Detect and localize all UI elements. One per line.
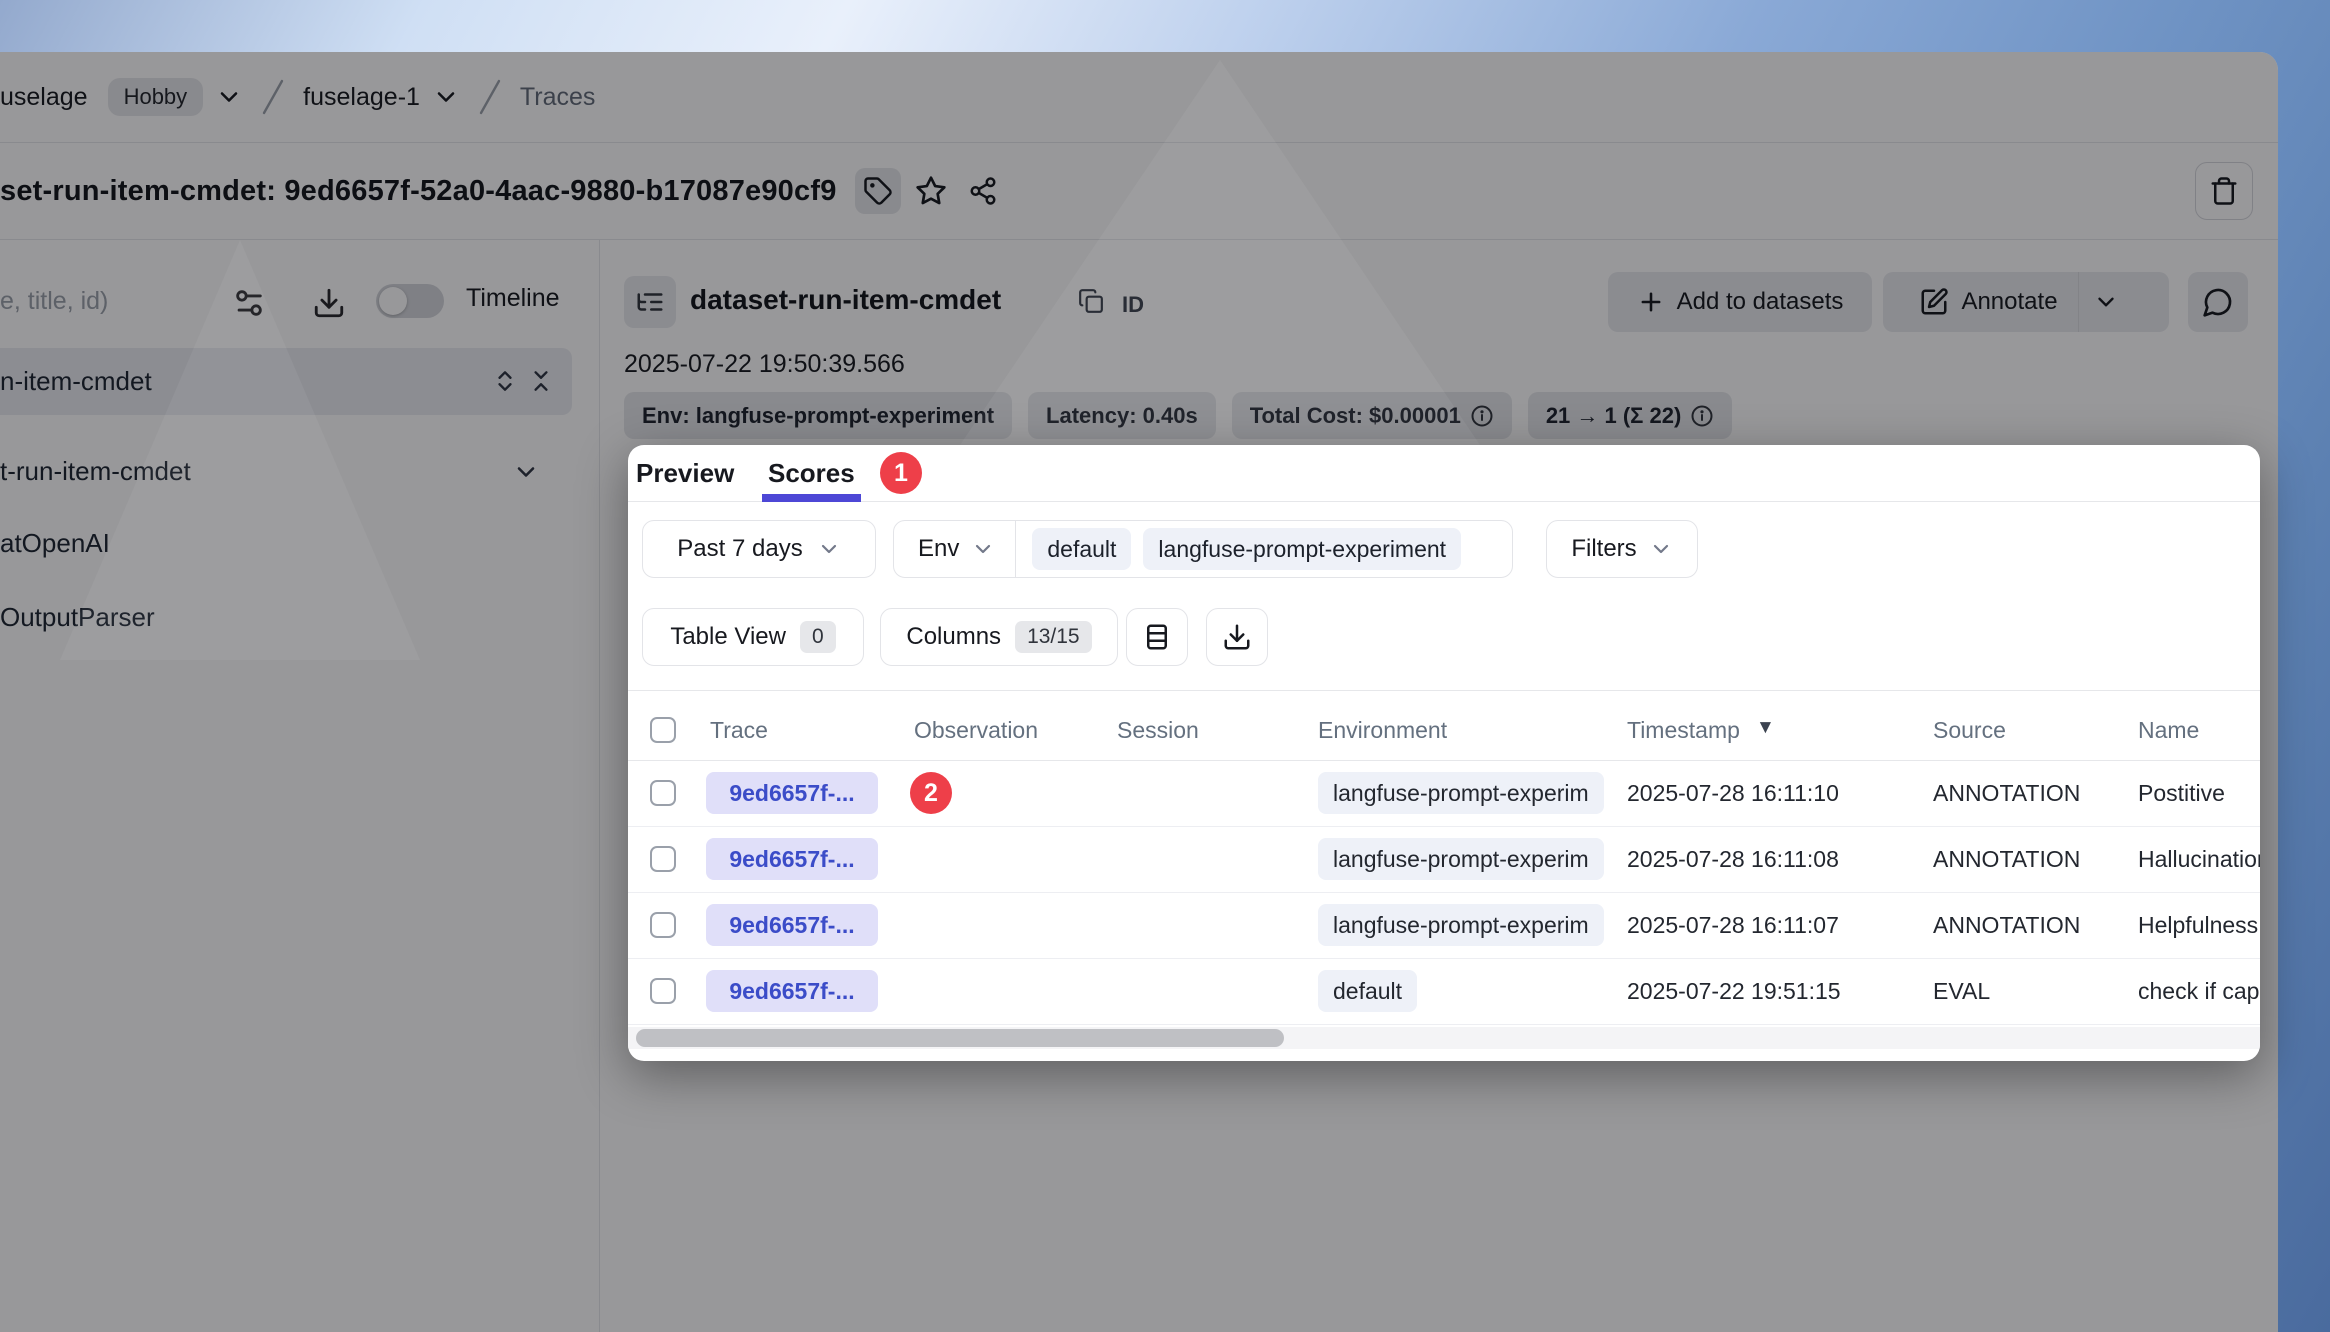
column-header-name[interactable]: Name	[2138, 717, 2199, 744]
env-chip-experiment[interactable]: langfuse-prompt-experiment	[1143, 528, 1461, 570]
source-cell: EVAL	[1933, 978, 1990, 1005]
column-header-source[interactable]: Source	[1933, 717, 2006, 744]
select-all-checkbox[interactable]	[650, 717, 676, 743]
export-button[interactable]	[1206, 608, 1268, 666]
tab-bar: Preview Scores	[628, 445, 2260, 502]
timestamp-cell: 2025-07-22 19:51:15	[1627, 978, 1841, 1005]
filters-button[interactable]: Filters	[1546, 520, 1698, 578]
name-cell: Hallucination	[2138, 846, 2260, 873]
table-view-button[interactable]: Table View 0	[642, 608, 864, 666]
source-cell: ANNOTATION	[1933, 780, 2080, 807]
tour-step-badge-2: 2	[910, 772, 952, 814]
date-range-select[interactable]: Past 7 days	[642, 520, 876, 578]
row-border	[628, 892, 2260, 893]
name-cell: check if capital	[2138, 978, 2260, 1005]
timestamp-cell: 2025-07-28 16:11:10	[1627, 780, 1839, 807]
row-border	[628, 958, 2260, 959]
env-chip-default[interactable]: default	[1032, 528, 1131, 570]
column-header-environment[interactable]: Environment	[1318, 717, 1447, 744]
trace-id-link[interactable]: 9ed6657f-...	[706, 970, 878, 1012]
table-view-count: 0	[800, 621, 836, 653]
row-checkbox[interactable]	[650, 846, 676, 872]
name-cell: Postitive	[2138, 780, 2225, 807]
trace-id-link[interactable]: 9ed6657f-...	[706, 904, 878, 946]
timestamp-cell: 2025-07-28 16:11:07	[1627, 912, 1839, 939]
environment-chip: default	[1318, 970, 1417, 1012]
column-header-observation[interactable]: Observation	[914, 717, 1038, 744]
group-divider	[1015, 520, 1016, 578]
source-cell: ANNOTATION	[1933, 912, 2080, 939]
name-cell: Helpfulness	[2138, 912, 2258, 939]
environment-chip: langfuse-prompt-experim	[1318, 904, 1604, 946]
row-border	[628, 826, 2260, 827]
row-border	[628, 1024, 2260, 1025]
sort-desc-icon[interactable]: ▼	[1756, 717, 1775, 739]
column-header-session[interactable]: Session	[1117, 717, 1199, 744]
env-filter-group[interactable]: Env default langfuse-prompt-experiment	[893, 520, 1513, 578]
chevron-down-icon	[817, 537, 841, 561]
columns-button[interactable]: Columns 13/15	[880, 608, 1118, 666]
header-border	[628, 760, 2260, 761]
rows-icon	[1142, 622, 1172, 652]
tab-scores[interactable]: Scores	[768, 445, 855, 502]
tour-step-badge-1: 1	[880, 452, 922, 494]
trace-id-link[interactable]: 9ed6657f-...	[706, 838, 878, 880]
row-checkbox[interactable]	[650, 780, 676, 806]
chevron-down-icon	[1649, 537, 1673, 561]
source-cell: ANNOTATION	[1933, 846, 2080, 873]
column-header-timestamp[interactable]: Timestamp	[1627, 717, 1740, 744]
environment-chip: langfuse-prompt-experim	[1318, 838, 1604, 880]
scrollbar-thumb[interactable]	[636, 1029, 1284, 1047]
trace-id-link[interactable]: 9ed6657f-...	[706, 772, 878, 814]
environment-chip: langfuse-prompt-experim	[1318, 772, 1604, 814]
download-icon	[1222, 622, 1252, 652]
columns-count: 13/15	[1015, 621, 1092, 653]
horizontal-scrollbar[interactable]	[628, 1027, 2260, 1049]
row-checkbox[interactable]	[650, 978, 676, 1004]
chevron-down-icon	[971, 537, 995, 561]
column-header-trace[interactable]: Trace	[710, 717, 768, 744]
table-top-border	[628, 690, 2260, 691]
tab-preview[interactable]: Preview	[636, 445, 734, 502]
env-filter-label: Env	[918, 535, 959, 563]
timestamp-cell: 2025-07-28 16:11:08	[1627, 846, 1839, 873]
row-checkbox[interactable]	[650, 912, 676, 938]
scores-card: Preview Scores 1 Past 7 days Env default…	[628, 445, 2260, 1061]
row-height-button[interactable]	[1126, 608, 1188, 666]
